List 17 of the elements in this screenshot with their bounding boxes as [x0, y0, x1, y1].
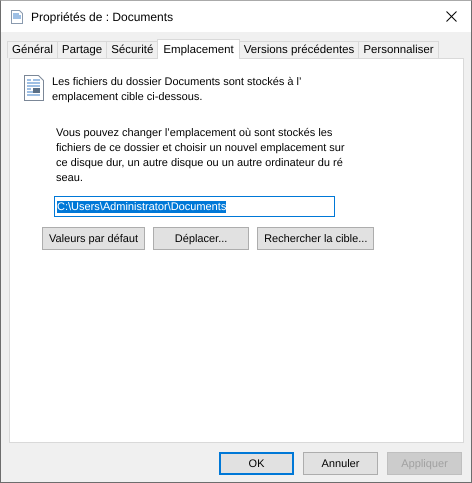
path-field[interactable]: C:\Users\Administrator\Documents	[54, 196, 335, 217]
document-icon	[24, 75, 44, 101]
tab[interactable]: Emplacement	[157, 39, 240, 59]
find-target-button[interactable]: Rechercher la cible...	[257, 227, 374, 250]
defaults-button[interactable]: Valeurs par défaut	[42, 227, 146, 250]
close-icon[interactable]	[446, 11, 457, 22]
description-text: Vous pouvez changer l’emplacement où sont stockés les fichiers de ce dossier et choisir un nouvel emplacement sur ce disque dur, un autre disque ou un autre ordinateur du ré seau.	[56, 126, 346, 186]
cancel-button[interactable]: Annuler	[303, 452, 378, 475]
tab[interactable]: Partage	[56, 41, 108, 58]
tab[interactable]: Versions précédentes	[238, 41, 360, 58]
ok-button[interactable]: OK	[219, 452, 294, 475]
tab[interactable]: Personnaliser	[358, 41, 439, 58]
info-text: Les fichiers du dossier Documents sont stockés à l’ emplacement cible ci-dessous.	[52, 75, 302, 105]
document-icon	[11, 10, 23, 24]
window-title: Propriétés de : Documents	[31, 10, 174, 24]
tab[interactable]: Général	[7, 41, 58, 58]
move-button[interactable]: Déplacer...	[153, 227, 250, 250]
